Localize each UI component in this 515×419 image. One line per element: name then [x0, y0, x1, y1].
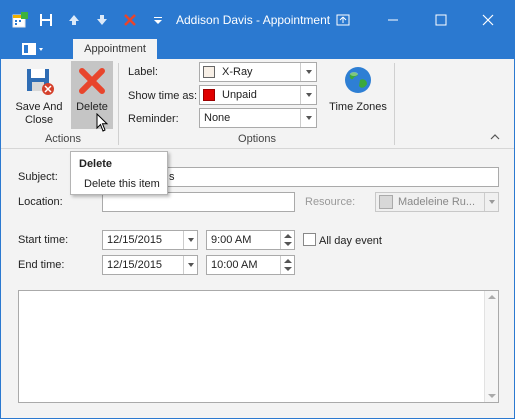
close-icon[interactable]: [466, 5, 510, 35]
start-time-value: 9:00 AM: [211, 234, 252, 246]
file-menu-button[interactable]: [15, 39, 51, 59]
all-day-checkbox[interactable]: [303, 233, 316, 246]
app-calendar-icon[interactable]: [9, 9, 31, 31]
start-date-input[interactable]: 12/15/2015: [102, 230, 198, 250]
resource-label: Resource:: [305, 196, 356, 208]
arrow-down-icon[interactable]: [91, 9, 113, 31]
time-spinner[interactable]: [280, 231, 294, 249]
subject-value: s: [169, 171, 175, 183]
end-date-input[interactable]: 12/15/2015: [102, 255, 198, 275]
delete-x-icon: [79, 68, 105, 94]
subject-label: Subject:: [18, 171, 58, 183]
calendar-dropdown-icon[interactable]: [183, 256, 197, 274]
delete-tooltip: Delete Delete this item: [70, 151, 168, 195]
save-close-label-2: Close: [24, 114, 54, 126]
group-separator: [394, 63, 395, 145]
save-close-icon: [27, 69, 54, 95]
window-title: Addison Davis - Appointment: [176, 13, 331, 27]
chevron-down-icon[interactable]: [300, 86, 316, 104]
appointment-window: Addison Davis - Appointment Appointment: [0, 0, 515, 419]
reminder-combo[interactable]: None: [199, 108, 317, 128]
time-zones-label: Time Zones: [329, 101, 387, 113]
show-time-combo[interactable]: Unpaid: [199, 85, 317, 105]
maximize-icon[interactable]: [419, 5, 463, 35]
resource-value: Madeleine Ru...: [398, 196, 476, 208]
save-and-close-button[interactable]: Save And Close: [11, 61, 67, 129]
group-separator: [118, 63, 119, 145]
location-label: Location:: [18, 196, 63, 208]
chevron-down-icon[interactable]: [484, 193, 498, 211]
ribbon: Save And Close Delete Actions Label: X-R…: [1, 59, 514, 149]
minimize-icon[interactable]: [371, 5, 415, 35]
end-time-label: End time:: [18, 259, 65, 271]
reminder-value: None: [204, 112, 231, 124]
globe-icon: [345, 67, 371, 93]
time-spinner[interactable]: [280, 256, 294, 274]
label-combo[interactable]: X-Ray: [199, 62, 317, 82]
start-time-input[interactable]: 9:00 AM: [206, 230, 295, 250]
chevron-down-icon[interactable]: [300, 109, 316, 127]
notes-textarea[interactable]: [18, 290, 499, 403]
resource-combo[interactable]: Madeleine Ru...: [375, 192, 499, 212]
tooltip-description: Delete this item: [84, 178, 160, 190]
show-time-color-swatch: [203, 89, 215, 101]
label-caption: Label:: [128, 66, 158, 78]
notes-scrollbar[interactable]: [484, 291, 498, 402]
chevron-down-icon[interactable]: [300, 63, 316, 81]
end-time-value: 10:00 AM: [211, 259, 258, 271]
save-close-label-1: Save And: [15, 101, 63, 113]
end-date-value: 12/15/2015: [107, 259, 163, 271]
restore-icon[interactable]: [321, 5, 365, 35]
customize-dropdown-icon[interactable]: [147, 9, 169, 31]
show-time-caption: Show time as:: [128, 90, 198, 102]
quick-access-toolbar: [9, 9, 169, 31]
title-bar: Addison Davis - Appointment: [1, 1, 514, 39]
mouse-cursor-icon: [96, 113, 109, 132]
all-day-label: All day event: [319, 235, 382, 247]
start-date-value: 12/15/2015: [107, 234, 163, 246]
location-input[interactable]: [102, 192, 295, 212]
collapse-ribbon-icon[interactable]: [489, 132, 501, 145]
delete-icon[interactable]: [119, 9, 141, 31]
end-time-input[interactable]: 10:00 AM: [206, 255, 295, 275]
save-icon[interactable]: [35, 9, 57, 31]
calendar-dropdown-icon[interactable]: [183, 231, 197, 249]
reminder-caption: Reminder:: [128, 113, 179, 125]
ribbon-tab-row: Appointment: [1, 39, 514, 59]
label-color-swatch: [203, 66, 215, 78]
resource-color-swatch: [379, 195, 393, 209]
start-time-label: Start time:: [18, 234, 69, 246]
time-zones-button[interactable]: Time Zones: [327, 61, 389, 129]
options-group-label: Options: [238, 133, 276, 145]
tab-appointment[interactable]: Appointment: [73, 39, 157, 59]
tooltip-title: Delete: [79, 158, 113, 170]
arrow-up-icon[interactable]: [63, 9, 85, 31]
show-time-value: Unpaid: [222, 89, 257, 101]
actions-group-label: Actions: [44, 133, 82, 145]
label-value: X-Ray: [222, 66, 253, 78]
